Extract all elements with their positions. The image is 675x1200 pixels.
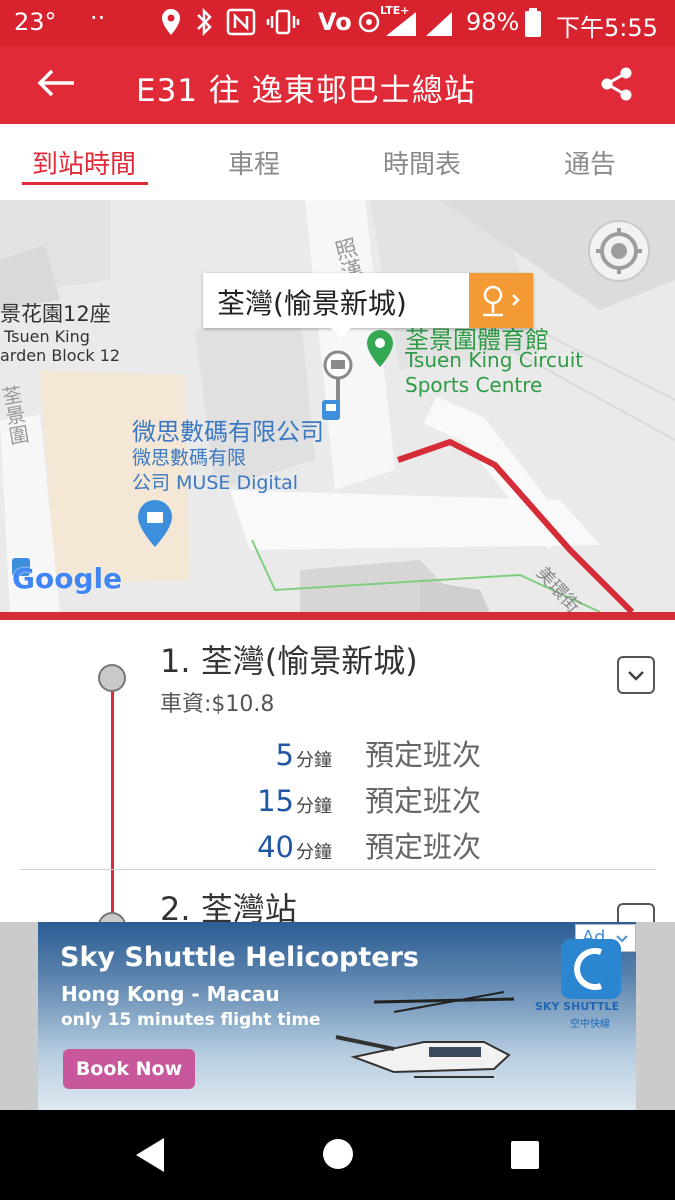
eta-minutes: 15: [257, 784, 294, 818]
helicopter-image: [335, 991, 515, 1078]
stop-dot: [98, 912, 126, 922]
back-arrow-icon[interactable]: [36, 68, 76, 102]
tab-journey[interactable]: 車程: [228, 144, 280, 181]
route-title: E31 往 逸東邨巴士總站: [136, 73, 476, 109]
expand-button[interactable]: [617, 903, 655, 922]
battery-percent: 98%: [466, 8, 520, 36]
eta-type: 預定班次: [365, 830, 482, 864]
volte-label: Vo: [318, 8, 352, 36]
stop-callout[interactable]: 荃灣(愉景新城): [203, 273, 533, 338]
eta-minutes: 5: [275, 738, 294, 772]
tab-bar: 到站時間 車程 時間表 通告: [0, 124, 675, 201]
eta-unit: 分鐘: [296, 796, 332, 817]
back-icon[interactable]: [132, 1136, 168, 1174]
google-logo: Google: [12, 562, 123, 595]
eta-type: 預定班次: [365, 738, 482, 772]
tab-notice[interactable]: 通告: [564, 144, 616, 181]
active-tab-indicator: [22, 182, 148, 185]
eta-row: 5 分鐘 預定班次: [240, 736, 540, 776]
wifi-calling-icon: [357, 10, 381, 40]
map-label-sports-en2: Sports Centre: [405, 373, 543, 397]
eta-unit: 分鐘: [296, 750, 332, 771]
directions-icon: [483, 285, 520, 317]
eta-type: 預定班次: [365, 784, 482, 818]
map-label-shop-2: 微思數碼有限: [132, 447, 247, 469]
sky-shuttle-logo: [561, 939, 621, 999]
callout-pointer: [331, 328, 351, 338]
map-label-block-en1: Tsuen King: [4, 327, 90, 346]
map-label-sports-en1: Tsuen King Circuit: [405, 348, 584, 372]
my-location-button[interactable]: [588, 220, 650, 282]
book-now-button[interactable]: Book Now: [63, 1049, 195, 1089]
stop-name: 1. 荃灣(愉景新城): [160, 642, 418, 680]
bluetooth-icon: [194, 7, 214, 42]
location-icon: [160, 8, 182, 42]
expand-button[interactable]: [617, 656, 655, 694]
clock: 下午5:55: [556, 14, 658, 42]
map-label-shop: 微思數碼有限公司: [132, 418, 324, 446]
notification-dots: ··: [90, 4, 106, 32]
tab-timetable[interactable]: 時間表: [383, 144, 461, 181]
system-nav-bar: [0, 1110, 675, 1200]
temperature: 23°: [14, 8, 57, 36]
tab-arrival-time[interactable]: 到站時間: [32, 144, 136, 181]
ad-line-2: only 15 minutes flight time: [61, 1010, 321, 1030]
app-bar: E31 往 逸東邨巴士總站: [0, 46, 675, 124]
ad-banner-container: Sky Shuttle Helicopters Hong Kong - Maca…: [0, 922, 675, 1110]
stop-callout-name: 荃灣(愉景新城): [217, 287, 407, 320]
fare: 車資:$10.8: [160, 692, 275, 717]
home-icon[interactable]: [322, 1138, 354, 1170]
signal-icon: [384, 10, 418, 42]
chevron-down-icon: [628, 671, 644, 681]
route-map[interactable]: 照漢 荃景圍 美環街 景花園12座 Tsuen King arden Block…: [0, 200, 675, 612]
recents-icon[interactable]: [510, 1140, 540, 1170]
eta-unit: 分鐘: [296, 842, 332, 863]
eta-row: 15 分鐘 預定班次: [240, 782, 540, 822]
route-line: [111, 678, 114, 922]
map-label-shop-en: 公司 MUSE Digital: [132, 472, 299, 494]
ad-brand-cn: 空中快線: [570, 1019, 610, 1030]
stop-dot: [98, 664, 126, 692]
map-label-block-en2: arden Block 12: [0, 346, 121, 365]
ad-line-1: Hong Kong - Macau: [61, 982, 280, 1006]
navigate-to-stop-button[interactable]: [469, 273, 533, 328]
eta-row: 40 分鐘 預定班次: [240, 828, 540, 868]
stop-separator: [20, 869, 656, 870]
vibrate-icon: [266, 8, 300, 42]
battery-icon: [524, 8, 542, 44]
nfc-icon: [226, 8, 256, 42]
stop-list: 1. 荃灣(愉景新城) 車資:$10.8 5 分鐘 預定班次 15 分鐘 預定班…: [0, 620, 675, 922]
map-label-block: 景花園12座: [0, 302, 111, 326]
stop-name: 2. 荃灣站: [160, 890, 297, 922]
signal-icon-2: [424, 10, 454, 42]
eta-minutes: 40: [257, 830, 294, 864]
map-divider: [0, 612, 675, 620]
ad-banner[interactable]: Sky Shuttle Helicopters Hong Kong - Maca…: [38, 922, 636, 1110]
share-icon[interactable]: [600, 66, 634, 106]
status-bar: 23° ·· Vo LTE+ 98% 下午5:55: [0, 0, 675, 46]
ad-brand: SKY SHUTTLE: [535, 1000, 620, 1013]
ad-headline: Sky Shuttle Helicopters: [60, 942, 419, 973]
